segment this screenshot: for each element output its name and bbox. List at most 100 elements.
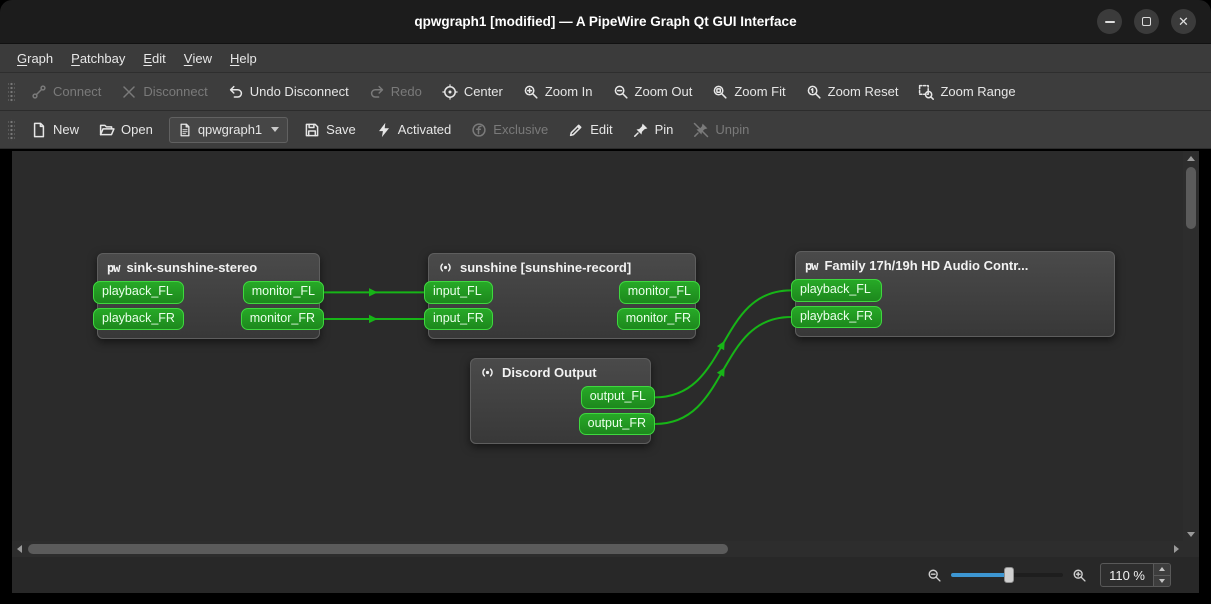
redo-button[interactable]: Redo bbox=[360, 78, 431, 106]
pipewire-icon: pw bbox=[107, 260, 120, 275]
zoom-fit-button[interactable]: Zoom Fit bbox=[703, 78, 794, 106]
zoom-in-mini-icon[interactable] bbox=[1072, 568, 1087, 583]
open-icon bbox=[99, 122, 115, 138]
zoom-in-button[interactable]: Zoom In bbox=[514, 78, 602, 106]
audio-port[interactable]: playback_FR bbox=[791, 305, 882, 329]
graph-node-family[interactable]: pw Family 17h/19h HD Audio Contr... playba… bbox=[791, 251, 1115, 338]
audio-port[interactable]: playback_FL bbox=[791, 279, 882, 302]
spin-down-button[interactable] bbox=[1154, 575, 1170, 586]
button-label: Save bbox=[326, 122, 356, 137]
scrollbar-corner bbox=[1183, 541, 1199, 557]
vertical-scrollbar[interactable] bbox=[1183, 151, 1199, 541]
node-title: Discord Output bbox=[502, 365, 597, 380]
speaker-icon bbox=[438, 260, 453, 275]
audio-port[interactable]: monitor_FR bbox=[240, 307, 324, 331]
audio-port[interactable]: input_FR bbox=[424, 307, 493, 331]
app-window: qpwgraph1 [modified] — A PipeWire Graph … bbox=[0, 0, 1211, 604]
vertical-scrollbar-thumb[interactable] bbox=[1186, 167, 1196, 229]
exclusive-button[interactable]: Exclusive bbox=[462, 116, 557, 144]
zoom-range-button[interactable]: Zoom Range bbox=[909, 78, 1024, 106]
audio-port[interactable]: output_FR bbox=[578, 412, 655, 436]
audio-port[interactable]: playback_FR bbox=[93, 307, 184, 331]
maximize-button[interactable] bbox=[1134, 9, 1159, 34]
zoom-out-button[interactable]: Zoom Out bbox=[604, 78, 702, 106]
menu-graph[interactable]: Graph bbox=[8, 44, 62, 72]
toolbar-graph: Connect Disconnect Undo Disconnect Redo Cent… bbox=[0, 73, 1211, 111]
activated-button[interactable]: Activated bbox=[367, 116, 460, 144]
graph-node-sunshine[interactable]: sunshine [sunshine-record] input_FL input_… bbox=[424, 253, 700, 340]
window-title: qpwgraph1 [modified] — A PipeWire Graph … bbox=[414, 14, 797, 29]
menu-edit[interactable]: Edit bbox=[134, 44, 174, 72]
spin-up-button[interactable] bbox=[1154, 564, 1170, 576]
scroll-right-button[interactable] bbox=[1169, 541, 1183, 557]
chevron-down-icon bbox=[271, 127, 280, 132]
toolbar-handle[interactable] bbox=[8, 118, 15, 141]
scroll-up-button[interactable] bbox=[1183, 151, 1199, 165]
button-label: Undo Disconnect bbox=[249, 84, 349, 99]
menu-patchbay[interactable]: Patchbay bbox=[62, 44, 134, 72]
node-header: Discord Output bbox=[471, 359, 650, 386]
vertical-scroll-track[interactable] bbox=[1183, 165, 1199, 527]
menu-help[interactable]: Help bbox=[221, 44, 266, 72]
titlebar[interactable]: qpwgraph1 [modified] — A PipeWire Graph … bbox=[0, 0, 1211, 44]
undo-disconnect-button[interactable]: Undo Disconnect bbox=[219, 78, 358, 106]
statusbar: 110 % bbox=[12, 557, 1199, 593]
zoom-slider[interactable] bbox=[951, 565, 1064, 585]
arrow-right-icon bbox=[1173, 545, 1179, 553]
minimize-icon bbox=[1104, 20, 1115, 23]
close-button[interactable]: ✕ bbox=[1171, 9, 1196, 34]
scroll-down-button[interactable] bbox=[1183, 527, 1199, 541]
button-label: Center bbox=[463, 84, 503, 99]
horizontal-scroll-track[interactable] bbox=[26, 541, 1169, 557]
graph-node-sink[interactable]: pw sink-sunshine-stereo playback_FL playbac… bbox=[93, 253, 324, 340]
audio-port[interactable]: monitor_FL bbox=[242, 281, 324, 304]
audio-port[interactable]: playback_FL bbox=[93, 281, 184, 304]
unpin-button[interactable]: Unpin bbox=[684, 116, 758, 144]
new-button[interactable]: New bbox=[22, 116, 88, 144]
center-button[interactable]: Center bbox=[433, 78, 512, 106]
node-ports: input_FL input_FR monitor_FL monitor_FR bbox=[424, 281, 700, 331]
arrow-left-icon bbox=[16, 545, 22, 553]
connect-button[interactable]: Connect bbox=[22, 78, 110, 106]
button-label: Redo bbox=[390, 84, 422, 99]
disconnect-icon bbox=[121, 84, 137, 100]
patchbay-select[interactable]: qpwgraph1 bbox=[168, 116, 289, 143]
button-label: Unpin bbox=[715, 122, 750, 137]
speaker-icon bbox=[480, 365, 495, 380]
zoom-fit-icon bbox=[712, 84, 728, 100]
audio-port[interactable]: monitor_FR bbox=[616, 307, 700, 331]
horizontal-scrollbar-thumb[interactable] bbox=[28, 544, 728, 554]
toolbar-handle[interactable] bbox=[8, 80, 15, 103]
pin-icon bbox=[633, 122, 649, 138]
zoom-out-mini-icon[interactable] bbox=[927, 568, 942, 583]
zoom-out-icon bbox=[613, 84, 629, 100]
graph-node-discord[interactable]: Discord Output output_FL output_FR bbox=[470, 358, 655, 445]
audio-port[interactable]: monitor_FL bbox=[618, 281, 700, 304]
save-button[interactable]: Save bbox=[295, 116, 365, 144]
minimize-button[interactable] bbox=[1097, 9, 1122, 34]
arrow-up-icon bbox=[1187, 155, 1195, 161]
button-label: Activated bbox=[397, 122, 452, 137]
exclusive-icon bbox=[471, 122, 487, 138]
node-ports: output_FL output_FR bbox=[471, 386, 655, 436]
pin-button[interactable]: Pin bbox=[624, 116, 683, 144]
audio-port[interactable]: input_FL bbox=[424, 281, 493, 304]
arrow-down-icon bbox=[1187, 531, 1195, 537]
open-button[interactable]: Open bbox=[90, 116, 162, 144]
edit-button[interactable]: Edit bbox=[559, 116, 621, 144]
disconnect-button[interactable]: Disconnect bbox=[112, 78, 216, 106]
zoom-in-icon bbox=[523, 84, 539, 100]
zoom-value: 110 % bbox=[1109, 567, 1145, 583]
zoom-spinbox[interactable]: 110 % bbox=[1100, 563, 1171, 587]
zoom-reset-button[interactable]: Zoom Reset bbox=[797, 78, 908, 106]
button-label: Zoom Reset bbox=[827, 84, 899, 99]
menu-view[interactable]: View bbox=[175, 44, 221, 72]
scroll-left-button[interactable] bbox=[12, 541, 26, 557]
audio-port[interactable]: output_FL bbox=[580, 386, 655, 409]
horizontal-scrollbar[interactable] bbox=[12, 541, 1183, 557]
undo-icon bbox=[228, 84, 244, 100]
zoom-slider-handle[interactable] bbox=[1004, 567, 1015, 583]
graph-canvas[interactable]: pw sink-sunshine-stereo playback_FL playbac… bbox=[12, 151, 1183, 541]
arrow-down-icon bbox=[1159, 578, 1165, 583]
button-label: Zoom In bbox=[544, 84, 593, 99]
